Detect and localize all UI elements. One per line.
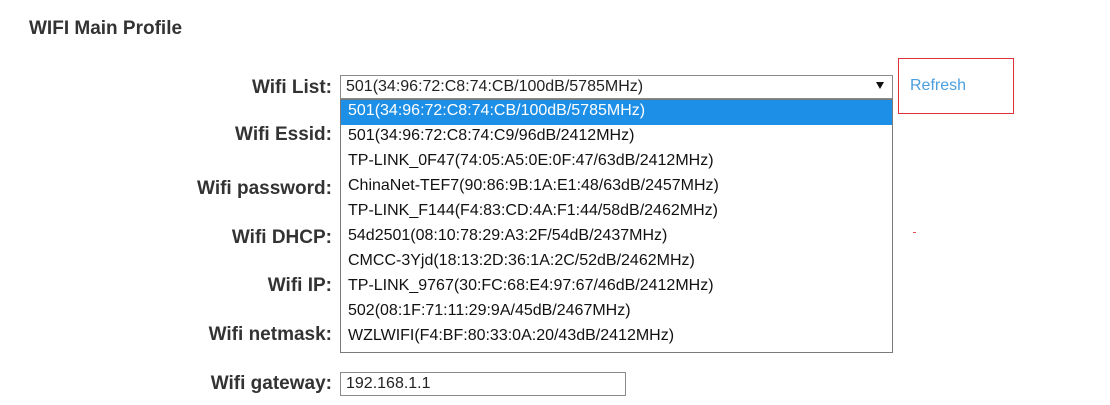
wifi-main-profile-panel: WIFI Main Profile Wifi List: Wifi Essid:… <box>0 0 1110 405</box>
dropdown-arrow-icon[interactable] <box>876 82 884 89</box>
wifi-list-select[interactable]: 501(34:96:72:C8:74:CB/100dB/5785MHz) <box>340 75 893 99</box>
wifi-dhcp-label: Wifi DHCP: <box>231 227 332 248</box>
wifi-gateway-value: 192.168.1.1 <box>346 375 431 392</box>
wifi-list-option[interactable]: TP-LINK_9767(30:FC:68:E4:97:67/46dB/2412… <box>341 275 892 300</box>
wifi-password-label: Wifi password: <box>197 178 332 199</box>
wifi-netmask-label: Wifi netmask: <box>208 324 332 345</box>
wifi-list-dropdown[interactable]: 501(34:96:72:C8:74:CB/100dB/5785MHz) 501… <box>340 99 893 353</box>
wifi-list-option[interactable]: WZLWIFI(F4:BF:80:33:0A:20/43dB/2412MHz) <box>341 325 892 350</box>
wifi-gateway-label: Wifi gateway: <box>210 373 332 394</box>
wifi-essid-label: Wifi Essid: <box>235 124 332 145</box>
wifi-list-option[interactable]: TP-LINK_0F47(74:05:A5:0E:0F:47/63dB/2412… <box>341 150 892 175</box>
stray-mark <box>913 232 916 233</box>
wifi-gateway-input[interactable]: 192.168.1.1 <box>340 372 626 396</box>
wifi-list-option[interactable]: CMCC-3Yjd(18:13:2D:36:1A:2C/52dB/2462MHz… <box>341 250 892 275</box>
refresh-highlight-box: Refresh <box>898 58 1014 114</box>
wifi-list-option[interactable]: ChinaNet-TEF7(90:86:9B:1A:E1:48/63dB/245… <box>341 175 892 200</box>
wifi-ip-label: Wifi IP: <box>267 275 332 296</box>
wifi-list-option[interactable]: TP-LINK_F144(F4:83:CD:4A:F1:44/58dB/2462… <box>341 200 892 225</box>
wifi-list-option[interactable]: 501(34:96:72:C8:74:CB/100dB/5785MHz) <box>341 100 892 125</box>
wifi-list-option[interactable]: 501(34:96:72:C8:74:C9/96dB/2412MHz) <box>341 125 892 150</box>
wifi-list-option[interactable]: 502(08:1F:71:11:29:9A/45dB/2467MHz) <box>341 300 892 325</box>
wifi-list-option[interactable]: 54d2501(08:10:78:29:A3:2F/54dB/2437MHz) <box>341 225 892 250</box>
section-title: WIFI Main Profile <box>29 18 183 39</box>
refresh-link[interactable]: Refresh <box>910 77 966 95</box>
wifi-list-selected-value: 501(34:96:72:C8:74:CB/100dB/5785MHz) <box>346 78 644 95</box>
wifi-list-label: Wifi List: <box>251 77 332 98</box>
